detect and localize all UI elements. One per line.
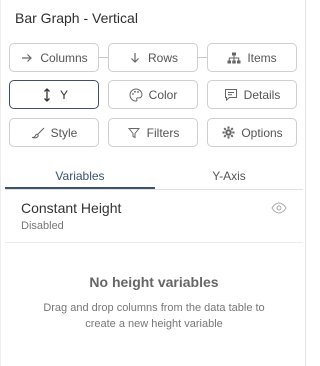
options-button[interactable]: Options <box>207 118 297 147</box>
rows-button[interactable]: Rows <box>108 43 198 72</box>
empty-state-description: Drag and drop columns from the data tabl… <box>43 302 265 330</box>
rows-button-label: Rows <box>147 50 178 65</box>
style-button-label: Style <box>50 125 78 140</box>
filters-button[interactable]: Filters <box>108 118 198 147</box>
items-button[interactable]: Items <box>207 43 297 72</box>
color-button-label: Color <box>148 87 178 102</box>
variable-status: Disabled <box>21 220 64 232</box>
empty-state-title: No height variables <box>89 274 219 290</box>
options-button-label: Options <box>241 125 283 140</box>
variable-name: Constant Height <box>21 200 122 216</box>
tab-variables-label: Variables <box>55 168 105 183</box>
columns-button[interactable]: Columns <box>9 43 99 72</box>
filter-icon <box>127 126 141 140</box>
arrow-right-icon <box>20 51 34 65</box>
items-button-label: Items <box>247 50 277 65</box>
details-button[interactable]: Details <box>207 80 297 109</box>
tab-y-axis[interactable]: Y-Axis <box>155 162 303 189</box>
section-divider <box>5 242 303 243</box>
style-button[interactable]: Style <box>9 118 99 147</box>
eye-icon[interactable] <box>271 201 287 214</box>
tab-bar: Variables Y-Axis <box>5 162 303 190</box>
connector-line <box>98 57 108 58</box>
details-button-label: Details <box>243 87 281 102</box>
filters-button-label: Filters <box>146 125 180 140</box>
brush-icon <box>31 126 45 140</box>
active-tab-indicator <box>5 187 155 189</box>
tab-y-axis-label: Y-Axis <box>212 168 246 183</box>
properties-panel: Bar Graph - Vertical Columns Rows Items … <box>0 0 306 366</box>
columns-button-label: Columns <box>40 50 88 65</box>
y-button[interactable]: Y <box>9 80 99 109</box>
connector-line <box>197 57 207 58</box>
gear-icon <box>221 126 235 140</box>
color-button[interactable]: Color <box>108 80 198 109</box>
arrow-down-icon <box>128 51 142 65</box>
tab-variables[interactable]: Variables <box>5 162 155 189</box>
vertical-resize-icon <box>40 87 54 102</box>
palette-icon <box>129 87 143 102</box>
comment-icon <box>224 88 238 102</box>
panel-title: Bar Graph - Vertical <box>15 10 138 26</box>
hierarchy-icon <box>227 51 241 65</box>
y-button-label: Y <box>59 87 68 102</box>
